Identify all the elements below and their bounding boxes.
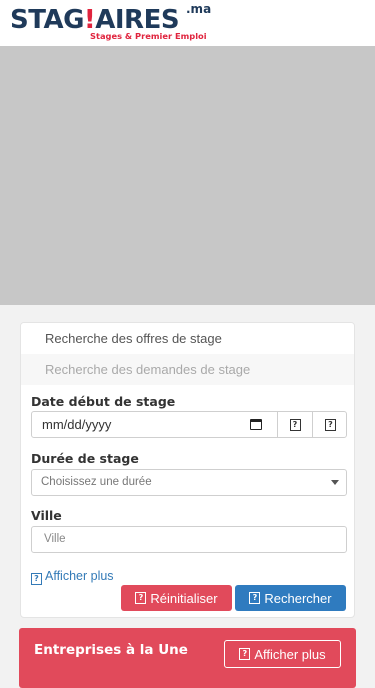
help-icon: ? xyxy=(239,648,251,660)
show-more-filters-link[interactable]: ? Afficher plus xyxy=(31,569,114,585)
help-icon: ? xyxy=(31,573,42,585)
start-date-input[interactable]: mm/dd/yyyy xyxy=(32,412,278,437)
search-button-label: Rechercher xyxy=(264,590,332,606)
calendar-icon[interactable] xyxy=(250,419,262,430)
help-icon: ? xyxy=(135,592,147,604)
caret-down-icon xyxy=(331,480,339,485)
city-input[interactable]: Ville xyxy=(31,526,347,553)
start-date-group: mm/dd/yyyy ? ? xyxy=(31,411,347,438)
help-icon: ? xyxy=(289,418,301,431)
search-button[interactable]: ? Rechercher xyxy=(235,585,346,611)
search-card: Recherche des offres de stage Recherche … xyxy=(20,322,355,618)
date-addon-1[interactable]: ? xyxy=(278,412,313,437)
logo-wordmark: STAG!AIRES xyxy=(10,5,180,35)
duration-select[interactable]: Choisissez une durée xyxy=(31,469,347,496)
tab-demands-search[interactable]: Recherche des demandes de stage xyxy=(21,354,354,385)
featured-show-more-button[interactable]: ? Afficher plus xyxy=(224,640,341,668)
featured-show-more-label: Afficher plus xyxy=(254,646,326,662)
start-date-label: Date début de stage xyxy=(31,394,176,409)
help-icon: ? xyxy=(325,418,336,431)
city-label: Ville xyxy=(31,508,62,523)
reset-button-label: Réinitialiser xyxy=(150,590,218,606)
hero-banner-image xyxy=(0,46,375,305)
show-more-filters-label: Afficher plus xyxy=(45,569,114,583)
tab-offers-search[interactable]: Recherche des offres de stage xyxy=(21,323,354,354)
city-placeholder: Ville xyxy=(44,533,66,545)
start-date-placeholder: mm/dd/yyyy xyxy=(42,417,112,432)
site-header: STAG!AIRES .ma Stages & Premier Emploi xyxy=(0,0,375,46)
date-addon-2[interactable]: ? xyxy=(313,412,348,437)
featured-companies-title: Entreprises à la Une xyxy=(34,642,188,658)
duration-label: Durée de stage xyxy=(31,451,139,466)
featured-companies-section: Entreprises à la Une ? Afficher plus xyxy=(19,628,356,688)
reset-button[interactable]: ? Réinitialiser xyxy=(121,585,232,611)
logo-tagline: Stages & Premier Emploi xyxy=(90,31,207,41)
logo[interactable]: STAG!AIRES .ma Stages & Premier Emploi xyxy=(10,2,212,43)
logo-domain: .ma xyxy=(186,2,212,16)
help-icon: ? xyxy=(249,592,261,604)
duration-selected-value: Choisissez une durée xyxy=(41,476,152,488)
